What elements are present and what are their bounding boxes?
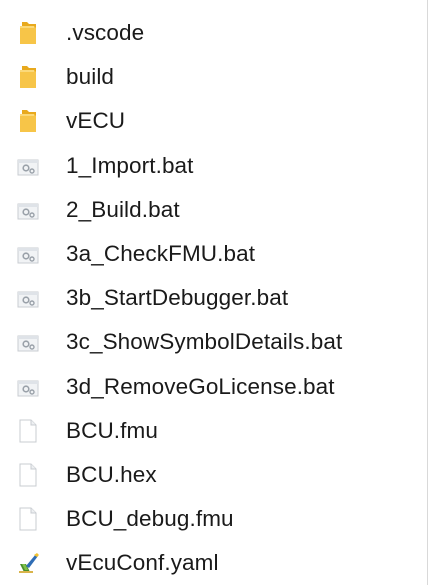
file-row-3b-startdebugger-bat[interactable]: 3b_StartDebugger.bat: [0, 276, 427, 320]
folder-icon: [16, 19, 42, 47]
file-name-label: BCU.fmu: [66, 417, 158, 443]
batch-file-icon: [16, 284, 42, 312]
yaml-file-icon: [16, 549, 42, 577]
file-row-vscode[interactable]: .vscode: [0, 11, 427, 55]
file-row-2-build-bat[interactable]: 2_Build.bat: [0, 188, 427, 232]
file-name-label: 3a_CheckFMU.bat: [66, 241, 256, 267]
blank-file-icon: [16, 417, 42, 445]
file-name-label: build: [66, 64, 115, 90]
file-name-label: 2_Build.bat: [66, 196, 180, 222]
file-row-bcu-fmu[interactable]: BCU.fmu: [0, 409, 427, 453]
batch-file-icon: [16, 240, 42, 268]
file-row-3c-showsymboldetails-bat[interactable]: 3c_ShowSymbolDetails.bat: [0, 320, 427, 364]
batch-file-icon: [16, 373, 42, 401]
file-name-label: 3b_StartDebugger.bat: [66, 285, 289, 311]
blank-file-icon: [16, 461, 42, 489]
file-row-3a-checkfmu-bat[interactable]: 3a_CheckFMU.bat: [0, 232, 427, 276]
file-name-label: .vscode: [66, 20, 145, 46]
file-name-label: vECU: [66, 108, 126, 134]
file-name-label: BCU.hex: [66, 461, 157, 487]
file-name-label: 3c_ShowSymbolDetails.bat: [66, 329, 343, 355]
file-row-vecu[interactable]: vECU: [0, 99, 427, 143]
file-explorer-pane: .vscode build vECU 1_Import.bat 2_Build.bat 3…: [0, 0, 428, 585]
file-row-build[interactable]: build: [0, 55, 427, 99]
file-name-label: BCU_debug.fmu: [66, 506, 234, 532]
file-row-bcu-hex[interactable]: BCU.hex: [0, 453, 427, 497]
file-list: .vscode build vECU 1_Import.bat 2_Build.bat 3…: [0, 0, 427, 585]
file-row-bcu-debug-fmu[interactable]: BCU_debug.fmu: [0, 497, 427, 541]
batch-file-icon: [16, 196, 42, 224]
file-name-label: 3d_RemoveGoLicense.bat: [66, 373, 335, 399]
folder-icon: [16, 107, 42, 135]
file-row-1-import-bat[interactable]: 1_Import.bat: [0, 144, 427, 188]
file-name-label: vEcuConf.yaml: [66, 550, 219, 576]
file-row-vecuconf-yaml[interactable]: vEcuConf.yaml: [0, 541, 427, 585]
file-row-3d-removegolicense-bat[interactable]: 3d_RemoveGoLicense.bat: [0, 365, 427, 409]
blank-file-icon: [16, 505, 42, 533]
folder-icon: [16, 63, 42, 91]
batch-file-icon: [16, 328, 42, 356]
file-name-label: 1_Import.bat: [66, 152, 194, 178]
batch-file-icon: [16, 152, 42, 180]
